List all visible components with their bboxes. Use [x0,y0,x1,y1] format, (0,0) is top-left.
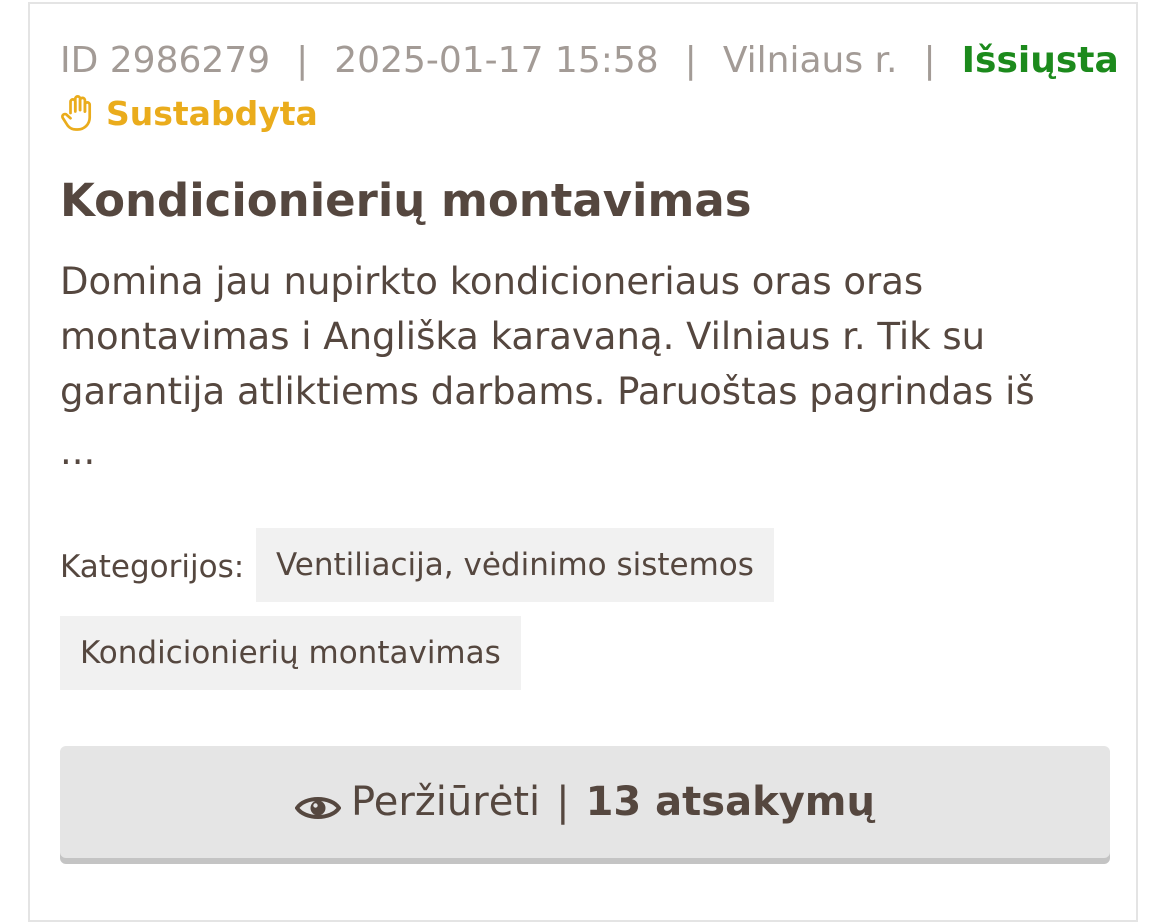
job-location: Vilniaus r. [722,40,898,81]
view-button-label: Peržiūrėti [351,779,541,825]
category-tag[interactable]: Kondicionierių montavimas [60,616,521,690]
view-button-separator: | [556,779,570,825]
job-title[interactable]: Kondicionierių montavimas [60,172,752,230]
meta-separator: | [296,40,309,81]
job-description: Domina jau nupirkto kondicioneriaus oras… [60,260,1035,413]
job-card: ID 2986279 | 2025-01-17 15:58 | Vilniaus r. |… [28,2,1138,922]
meta-separator: | [923,40,936,81]
view-job-button[interactable]: Peržiūrėti | 13 atsakymų [60,746,1110,858]
job-datetime: 2025-01-17 15:58 [334,40,659,81]
hand-stop-icon [60,93,96,133]
status-sent-badge: Išsiųsta [961,40,1119,81]
status-paused-badge: Sustabdyta [60,90,318,136]
eye-icon [294,787,342,819]
job-id: ID 2986279 [60,40,271,81]
description-ellipsis: ... [60,430,96,473]
category-tag[interactable]: Ventiliacija, vėdinimo sistemos [256,528,774,602]
categories-label: Kategorijos: [60,549,245,585]
status-paused-label: Sustabdyta [106,93,318,133]
job-meta: ID 2986279 | 2025-01-17 15:58 | Vilniaus r. |… [60,38,1119,84]
responses-count: 13 atsakymų [585,779,875,825]
meta-separator: | [684,40,697,81]
